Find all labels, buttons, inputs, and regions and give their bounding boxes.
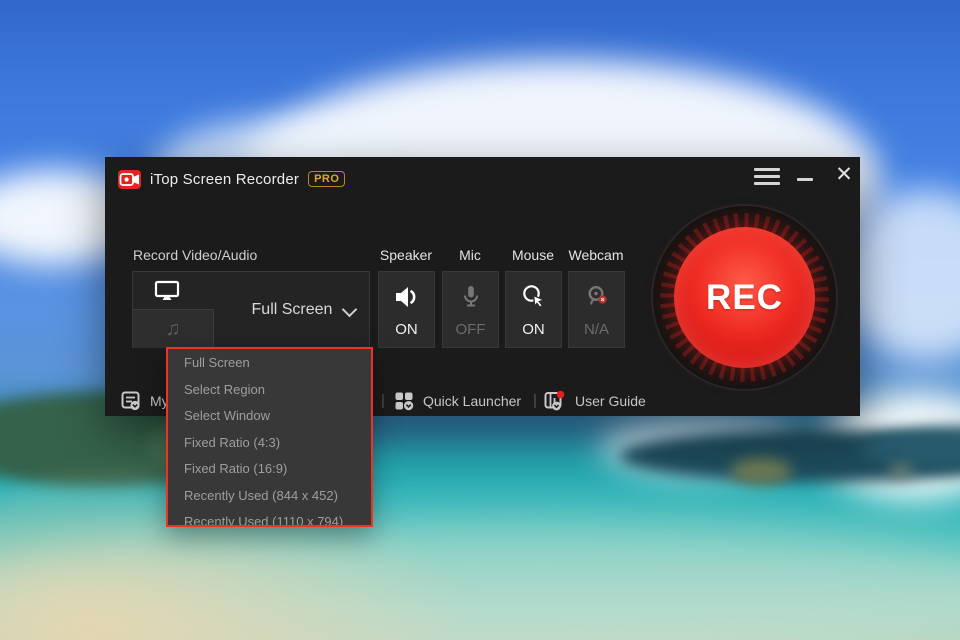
user-guide-icon xyxy=(543,390,567,412)
mouse-click-icon xyxy=(520,283,548,311)
webcam-toggle[interactable]: N/A xyxy=(568,271,625,348)
webcam-label: Webcam xyxy=(561,247,631,263)
minimize-icon xyxy=(797,178,813,181)
menu-item-select-window[interactable]: Select Window xyxy=(184,403,371,430)
menu-item-recent-844x452[interactable]: Recently Used (844 x 452) xyxy=(184,483,371,510)
record-section-label: Record Video/Audio xyxy=(133,247,257,263)
my-creations-icon xyxy=(120,390,142,412)
menu-item-full-screen[interactable]: Full Screen xyxy=(184,350,371,377)
capture-source-panel: ♫ Full Screen xyxy=(132,271,370,348)
user-guide-button[interactable]: User Guide xyxy=(543,389,646,413)
webcam-status: N/A xyxy=(584,321,609,338)
user-guide-label: User Guide xyxy=(575,393,646,409)
rec-button[interactable]: REC xyxy=(674,227,815,368)
footer-separator: | xyxy=(381,392,385,409)
music-note-icon: ♫ xyxy=(166,318,181,341)
minimize-button[interactable] xyxy=(797,178,813,186)
menu-item-select-region[interactable]: Select Region xyxy=(184,377,371,404)
mouse-label: Mouse xyxy=(498,247,568,263)
selected-capture-mode: Full Screen xyxy=(252,301,333,319)
quick-launcher-icon xyxy=(393,390,415,412)
speaker-label: Speaker xyxy=(371,247,441,263)
mic-label: Mic xyxy=(435,247,505,263)
speaker-status: ON xyxy=(395,321,418,338)
notification-dot xyxy=(557,391,565,399)
webcam-icon xyxy=(583,283,611,311)
menu-item-fixed-ratio-169[interactable]: Fixed Ratio (16:9) xyxy=(184,456,371,483)
menu-item-recent-1110x794[interactable]: Recently Used (1110 x 794) xyxy=(184,509,371,527)
titlebar: iTop Screen Recorder PRO xyxy=(105,157,860,191)
mouse-toggle[interactable]: ON xyxy=(505,271,562,348)
hamburger-menu-button[interactable] xyxy=(754,165,781,188)
mic-toggle[interactable]: OFF xyxy=(442,271,499,348)
mic-status: OFF xyxy=(456,321,486,338)
speaker-toggle[interactable]: ON xyxy=(378,271,435,348)
pro-badge: PRO xyxy=(308,171,345,187)
mic-icon xyxy=(457,283,485,311)
capture-mode-menu: Full Screen Select Region Select Window … xyxy=(166,347,373,527)
menu-item-fixed-ratio-43[interactable]: Fixed Ratio (4:3) xyxy=(184,430,371,457)
quick-launcher-label: Quick Launcher xyxy=(423,393,521,409)
rec-button-label: REC xyxy=(706,278,783,318)
rec-dial: REC xyxy=(651,204,838,391)
video-source-tab[interactable] xyxy=(133,272,201,310)
monitor-icon xyxy=(153,279,181,303)
boat xyxy=(730,458,792,484)
hamburger-icon xyxy=(754,168,780,171)
mouse-status: ON xyxy=(522,321,545,338)
window-title: iTop Screen Recorder xyxy=(150,171,299,188)
audio-source-tab[interactable]: ♫ xyxy=(133,309,214,348)
footer-separator: | xyxy=(533,392,537,409)
close-button[interactable]: ✕ xyxy=(832,162,856,187)
app-logo-icon xyxy=(118,170,141,189)
speaker-icon xyxy=(393,283,421,311)
boat-small xyxy=(888,466,914,477)
quick-launcher-button[interactable]: Quick Launcher xyxy=(393,389,521,413)
